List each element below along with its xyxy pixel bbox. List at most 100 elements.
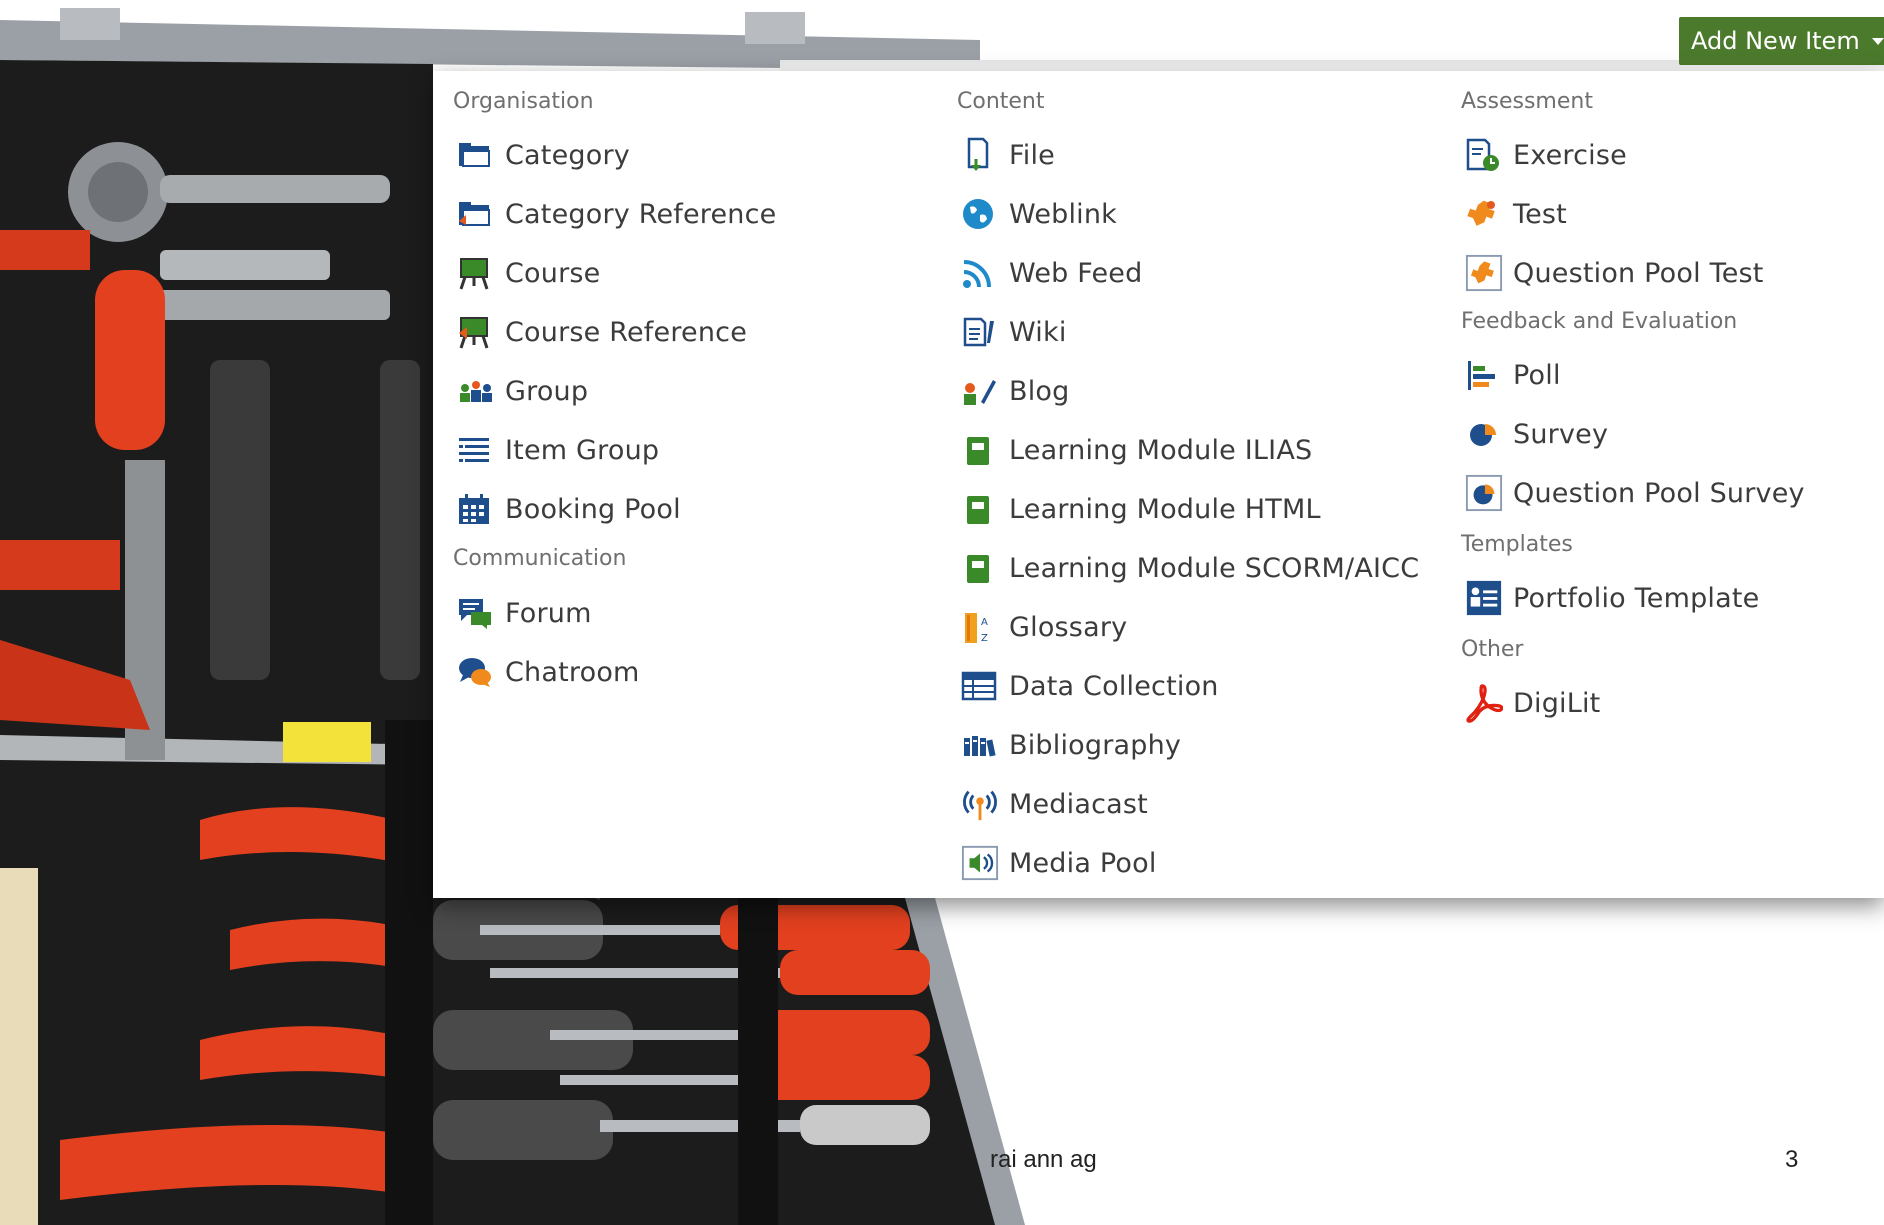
menu-item-label: Survey: [1513, 418, 1609, 450]
menu-item-label: Learning Module HTML: [1009, 493, 1321, 525]
menu-item-label: Bibliography: [1009, 729, 1182, 761]
section-title-organisation: Organisation: [453, 89, 594, 114]
menu-item-label: Item Group: [505, 434, 660, 466]
menu-item-bibliography[interactable]: Bibliography: [957, 723, 1181, 767]
menu-item-group[interactable]: Group: [453, 369, 588, 413]
data-collection-icon: [961, 667, 999, 705]
menu-item-item-group[interactable]: Item Group: [453, 428, 659, 472]
menu-item-forum[interactable]: Forum: [453, 591, 592, 635]
menu-item-label: Wiki: [1009, 316, 1067, 348]
menu-item-label: Exercise: [1513, 139, 1627, 171]
svg-text:Z: Z: [981, 633, 988, 644]
menu-item-digilit[interactable]: DigiLit: [1461, 681, 1600, 725]
chatroom-icon: [457, 653, 495, 691]
menu-item-weblink[interactable]: Weblink: [957, 192, 1117, 236]
category-reference-icon: [457, 195, 495, 233]
menu-item-learning-module-ilias[interactable]: Learning Module ILIAS: [957, 428, 1312, 472]
file-icon: [961, 136, 999, 174]
survey-icon: [1465, 415, 1503, 453]
menu-item-label: Poll: [1513, 359, 1561, 391]
menu-item-course[interactable]: Course: [453, 251, 600, 295]
menu-item-label: Category Reference: [505, 198, 777, 230]
blog-icon: [961, 372, 999, 410]
menu-item-portfolio-template[interactable]: Portfolio Template: [1461, 576, 1759, 620]
menu-item-poll[interactable]: Poll: [1461, 353, 1561, 397]
digilit-icon: [1465, 684, 1503, 723]
menu-item-label: Booking Pool: [505, 493, 681, 525]
add-new-item-dropdown: Organisation Category Category Reference…: [433, 71, 1884, 898]
menu-item-label: Glossary: [1009, 611, 1128, 643]
menu-item-label: Forum: [505, 597, 592, 629]
menu-item-question-pool-survey[interactable]: Question Pool Survey: [1461, 471, 1805, 515]
learning-module-icon: [961, 431, 999, 469]
forum-icon: [457, 594, 495, 632]
menu-item-mediacast[interactable]: Mediacast: [957, 782, 1148, 826]
test-icon: [1465, 195, 1503, 233]
menu-item-label: Data Collection: [1009, 670, 1219, 702]
menu-item-label: Mediacast: [1009, 788, 1148, 820]
menu-item-label: Course: [505, 257, 601, 289]
booking-pool-icon: [457, 490, 495, 528]
menu-item-blog[interactable]: Blog: [957, 369, 1069, 413]
menu-item-web-feed[interactable]: Web Feed: [957, 251, 1142, 295]
menu-item-wiki[interactable]: Wiki: [957, 310, 1067, 354]
section-title-other: Other: [1461, 637, 1524, 662]
menu-item-label: Question Pool Test: [1513, 257, 1764, 289]
section-title-content: Content: [957, 89, 1045, 114]
media-pool-icon: [961, 844, 999, 882]
menu-item-survey[interactable]: Survey: [1461, 412, 1608, 456]
menu-item-label: Question Pool Survey: [1513, 477, 1805, 509]
section-title-communication: Communication: [453, 546, 627, 571]
menu-item-category[interactable]: Category: [453, 133, 630, 177]
section-title-assessment: Assessment: [1461, 89, 1593, 114]
caret-down-icon: [1871, 37, 1884, 45]
menu-item-data-collection[interactable]: Data Collection: [957, 664, 1219, 708]
glossary-icon: AZ: [961, 608, 999, 646]
section-title-feedback-evaluation: Feedback and Evaluation: [1461, 309, 1738, 334]
section-title-templates: Templates: [1461, 532, 1573, 557]
menu-item-label: Chatroom: [505, 656, 640, 688]
menu-item-question-pool-test[interactable]: Question Pool Test: [1461, 251, 1764, 295]
menu-item-booking-pool[interactable]: Booking Pool: [453, 487, 681, 531]
menu-item-learning-module-html[interactable]: Learning Module HTML: [957, 487, 1321, 531]
menu-item-test[interactable]: Test: [1461, 192, 1567, 236]
group-icon: [457, 372, 495, 410]
mediacast-icon: [961, 785, 999, 823]
menu-item-media-pool[interactable]: Media Pool: [957, 841, 1157, 885]
poll-icon: [1465, 356, 1503, 394]
web-feed-icon: [961, 254, 999, 292]
menu-item-label: Media Pool: [1009, 847, 1157, 879]
menu-item-learning-module-scorm[interactable]: Learning Module SCORM/AICC: [957, 546, 1419, 590]
learning-module-icon: [961, 490, 999, 528]
menu-item-label: Blog: [1009, 375, 1070, 407]
menu-item-glossary[interactable]: AZ Glossary: [957, 605, 1127, 649]
item-group-icon: [457, 431, 495, 469]
course-icon: [457, 254, 495, 292]
bibliography-icon: [961, 726, 999, 764]
menu-item-label: DigiLit: [1513, 687, 1601, 719]
add-new-item-label: Add New Item: [1691, 27, 1860, 55]
exercise-icon: [1465, 136, 1503, 174]
question-pool-test-icon: [1465, 254, 1503, 292]
menu-item-label: Web Feed: [1009, 257, 1143, 289]
page-number: 3: [1785, 1146, 1799, 1173]
portfolio-template-icon: [1465, 579, 1503, 617]
wiki-icon: [961, 313, 999, 351]
menu-item-label: Test: [1513, 198, 1567, 230]
add-new-item-button[interactable]: Add New Item: [1679, 17, 1884, 65]
menu-item-exercise[interactable]: Exercise: [1461, 133, 1627, 177]
menu-item-chatroom[interactable]: Chatroom: [453, 650, 640, 694]
menu-item-category-reference[interactable]: Category Reference: [453, 192, 776, 236]
category-icon: [457, 136, 495, 174]
menu-item-label: Group: [505, 375, 589, 407]
menu-item-label: Learning Module ILIAS: [1009, 434, 1313, 466]
menu-item-label: Course Reference: [505, 316, 748, 348]
menu-item-file[interactable]: File: [957, 133, 1055, 177]
menu-item-course-reference[interactable]: Course Reference: [453, 310, 747, 354]
footer-text: rai ann ag: [990, 1146, 1097, 1173]
menu-item-label: File: [1009, 139, 1055, 171]
svg-text:A: A: [981, 617, 988, 628]
learning-module-icon: [961, 549, 999, 587]
menu-item-label: Weblink: [1009, 198, 1118, 230]
course-reference-icon: [457, 313, 495, 351]
